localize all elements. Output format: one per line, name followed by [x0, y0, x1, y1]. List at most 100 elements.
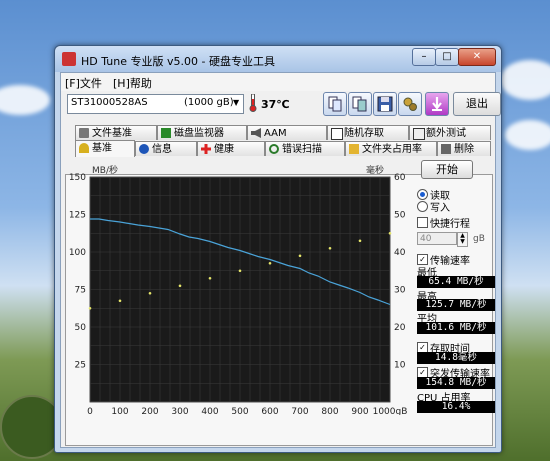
close-button[interactable]: ✕ — [458, 48, 496, 66]
toolbar: ST31000528AS (1000 gB) ▼ 37℃ 退出 — [61, 91, 501, 121]
tab-random-access[interactable]: 随机存取 — [327, 125, 409, 140]
tab-info[interactable]: 信息 — [135, 141, 197, 156]
y2-tick-label: 10 — [394, 361, 406, 371]
x-tick-label: 400 — [201, 407, 218, 415]
y-tick-label: 25 — [75, 361, 86, 371]
info-icon — [139, 144, 149, 154]
y2-tick-label: 60 — [394, 173, 406, 183]
y-tick-label: 125 — [69, 211, 86, 221]
access-time-point — [358, 239, 362, 243]
x-tick-label: 600 — [261, 407, 278, 415]
y2-tick-label: 20 — [394, 323, 406, 333]
x-tick-label: 700 — [291, 407, 308, 415]
tab-disk-monitor[interactable]: 磁盘监视器 — [157, 125, 247, 140]
y-tick-label: 75 — [75, 286, 86, 296]
app-icon — [62, 52, 76, 66]
cross-icon — [201, 144, 211, 154]
thermometer-icon — [249, 93, 257, 112]
tab-erase[interactable]: 删除 — [437, 141, 491, 156]
x-tick-label: 500 — [231, 407, 248, 415]
x-tick-label: 900 — [351, 407, 368, 415]
y-axis-label: MB/秒 — [92, 164, 118, 176]
tab-folder-usage[interactable]: 文件夹占用率 — [345, 141, 437, 156]
background-cloud — [500, 60, 550, 100]
copy-image-icon — [352, 96, 367, 112]
background-cloud — [505, 120, 550, 150]
download-arrow-icon — [432, 97, 442, 111]
access-time-value: 14.8毫秒 — [417, 352, 495, 364]
write-radio[interactable] — [417, 201, 428, 212]
min-value: 65.4 MB/秒 — [417, 276, 495, 288]
temperature-readout: 37℃ — [261, 98, 290, 111]
read-radio[interactable] — [417, 189, 428, 200]
speaker-icon — [251, 128, 261, 138]
y-tick-label: 50 — [75, 323, 87, 333]
short-stroke-input[interactable]: 40 — [417, 232, 457, 245]
exit-button[interactable]: 退出 — [453, 92, 501, 116]
copy-info-button[interactable] — [323, 92, 347, 116]
tab-aam[interactable]: AAM — [247, 125, 327, 140]
bulb-icon — [79, 143, 89, 153]
access-time-point — [328, 246, 332, 250]
download-button[interactable] — [425, 92, 449, 116]
access-time-point — [238, 269, 242, 273]
grid-icon — [331, 128, 343, 140]
save-button[interactable] — [373, 92, 397, 116]
short-stroke-spinner[interactable]: ▲ ▼ — [457, 232, 468, 247]
x-tick-label: 0 — [87, 407, 93, 415]
tab-extra-tests[interactable]: 额外测试 — [409, 125, 491, 140]
cpu-usage-value: 16.4% — [417, 401, 495, 413]
x-tick-label: 1000gB — [373, 407, 408, 415]
maximize-button[interactable]: □ — [435, 48, 459, 66]
access-time-point — [388, 231, 392, 235]
short-stroke-label: 快捷行程 — [430, 219, 470, 230]
y-tick-label: 100 — [69, 248, 86, 258]
tools-icon — [403, 97, 417, 111]
x-tick-label: 300 — [171, 407, 188, 415]
drive-capacity: (1000 gB) — [184, 97, 234, 108]
copy-icon — [328, 96, 342, 112]
access-time-point — [298, 254, 302, 258]
y2-axis-label: 毫秒 — [366, 164, 384, 176]
menu-file[interactable]: [F]文件 — [65, 75, 102, 91]
tab-benchmark[interactable]: 基准 — [75, 140, 135, 157]
y2-tick-label: 30 — [394, 286, 406, 296]
checklist-icon — [413, 128, 425, 140]
tab-error-scan[interactable]: 错误扫描 — [265, 141, 345, 156]
trash-icon — [441, 144, 451, 154]
y2-tick-label: 40 — [394, 248, 406, 258]
y2-tick-label: 50 — [394, 211, 406, 221]
window-title: HD Tune 专业版 v5.00 - 硬盘专业工具 — [81, 55, 275, 68]
copy-screenshot-button[interactable] — [348, 92, 372, 116]
title-bar: HD Tune 专业版 v5.00 - 硬盘专业工具 – □ ✕ — [55, 46, 501, 72]
drive-select[interactable]: ST31000528AS (1000 gB) ▼ — [67, 94, 244, 114]
minimize-button[interactable]: – — [412, 48, 436, 66]
drive-name: ST31000528AS — [71, 97, 148, 108]
menu-help[interactable]: [H]帮助 — [113, 75, 152, 91]
access-time-point — [148, 291, 152, 295]
folder-icon — [349, 144, 359, 154]
chevron-down-icon: ▼ — [233, 98, 240, 107]
x-tick-label: 200 — [141, 407, 158, 415]
access-time-point — [118, 299, 122, 303]
tab-health[interactable]: 健康 — [197, 141, 265, 156]
menu-bar: [F]文件 [H]帮助 — [61, 73, 495, 91]
x-tick-label: 800 — [321, 407, 338, 415]
floppy-icon — [377, 96, 393, 112]
short-stroke-checkbox[interactable] — [417, 217, 428, 228]
write-label: 写入 — [430, 203, 450, 214]
access-time-point — [208, 276, 212, 280]
access-time-point — [268, 261, 272, 265]
background-cloud — [0, 85, 50, 115]
options-button[interactable] — [398, 92, 422, 116]
monitor-icon — [161, 128, 171, 138]
x-tick-label: 100 — [111, 407, 128, 415]
burst-rate-value: 154.8 MB/秒 — [417, 377, 495, 389]
tab-file-benchmark[interactable]: 文件基准 — [75, 125, 157, 140]
y-tick-label: 150 — [69, 173, 86, 183]
avg-value: 101.6 MB/秒 — [417, 322, 495, 334]
file-icon — [79, 128, 89, 138]
start-button[interactable]: 开始 — [421, 160, 473, 179]
short-stroke-unit: gB — [473, 234, 485, 244]
benchmark-chart: MB/秒 毫秒1501251007550256050403020100 100 200… — [69, 164, 408, 415]
